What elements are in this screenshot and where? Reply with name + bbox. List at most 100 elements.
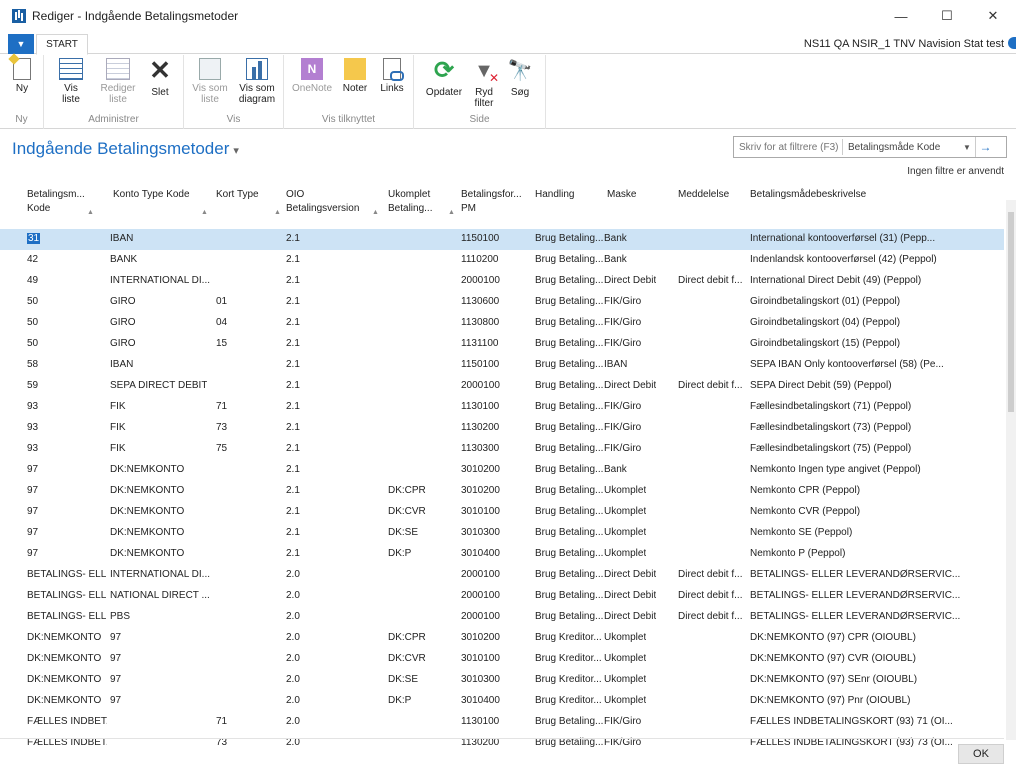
table-row[interactable]: 97 DK:NEMKONTO 2.1 DK:CPR 3010200 Brug Betali… [0, 481, 1004, 502]
column-header-oio[interactable]: OIO Betalingsversion ▲ ▲ [274, 188, 379, 216]
rediger-liste-button[interactable]: Rediger liste [98, 58, 138, 105]
cell-handling: Brug Kreditor... [535, 632, 602, 643]
table-row[interactable]: 97 DK:NEMKONTO 2.1 DK:CVR 3010100 Brug Betali… [0, 502, 1004, 523]
delete-icon: ✕ [149, 55, 171, 85]
cell-ukomplet: DK:P [388, 548, 412, 559]
column-header-konto[interactable]: Konto Type Kode ▲ [113, 188, 208, 216]
table-row[interactable]: 59 SEPA DIRECT DEBIT 2.1 2000100 Brug Betali… [0, 376, 1004, 397]
table-row[interactable]: DK:NEMKONTO 97 2.0 DK:CVR 3010100 Brug Kredit… [0, 649, 1004, 670]
table-row[interactable]: 31 IBAN 2.1 1150100 Brug Betaling... Bank Inte… [0, 229, 1004, 250]
table-row[interactable]: DK:NEMKONTO 97 2.0 DK:CPR 3010200 Brug Kredit… [0, 628, 1004, 649]
cell-pm: 1130300 [461, 443, 500, 454]
cell-handling: Brug Betaling... [535, 569, 604, 580]
chevron-down-icon[interactable]: ▾ [233, 145, 239, 157]
vis-som-diagram-button[interactable]: Vis som diagram [234, 58, 280, 105]
cell-konto: FIK [110, 422, 126, 433]
table-row[interactable]: 93 FIK 75 2.1 1130300 Brug Betaling... FIK/Gir… [0, 439, 1004, 460]
tab-start[interactable]: START [36, 34, 88, 55]
table-row[interactable]: 50 GIRO 01 2.1 1130600 Brug Betaling... FIK/Gi… [0, 292, 1004, 313]
new-button[interactable]: Ny [6, 58, 38, 94]
column-header-kode-line2: Kode [27, 203, 51, 214]
noter-button[interactable]: Noter [338, 58, 372, 94]
table-row[interactable]: BETALINGS- ELL... INTERNATIONAL DI... 2.0 2… [0, 565, 1004, 586]
column-header-handling[interactable]: Handling [535, 188, 574, 202]
cell-handling: Brug Betaling... [535, 527, 604, 538]
title-bar: Rediger - Indgående Betalingsmetoder — ☐… [0, 0, 1016, 32]
cell-pm: 1130800 [461, 317, 500, 328]
cell-oio: 2.0 [286, 632, 300, 643]
delete-button[interactable]: ✕ Slet [144, 55, 176, 98]
column-header-beskrivelse[interactable]: Betalingsmådebeskrivelse [750, 188, 866, 202]
table-row[interactable]: 97 DK:NEMKONTO 2.1 DK:SE 3010300 Brug Betalin… [0, 523, 1004, 544]
cell-konto: DK:NEMKONTO [110, 464, 185, 475]
cell-oio: 2.1 [286, 275, 300, 286]
table-row[interactable]: 93 FIK 73 2.1 1130200 Brug Betaling... FIK/Gir… [0, 418, 1004, 439]
table-row[interactable]: 93 FIK 71 2.1 1130100 Brug Betaling... FIK/Gir… [0, 397, 1004, 418]
cell-maske: IBAN [604, 359, 628, 370]
help-icon[interactable] [1008, 37, 1016, 49]
close-button[interactable]: ✕ [970, 0, 1016, 32]
dropdown-arrow-icon[interactable]: ▼ [963, 143, 975, 152]
minimize-button[interactable]: — [878, 0, 924, 32]
cell-konto: GIRO [110, 317, 136, 328]
cell-handling: Brug Betaling... [535, 275, 604, 286]
onenote-button[interactable]: N OneNote [290, 58, 334, 94]
sort-ascending-icon: ▲ [448, 209, 455, 216]
table-row[interactable]: 97 DK:NEMKONTO 2.1 DK:P 3010400 Brug Betaling… [0, 544, 1004, 565]
column-header-ukomplet[interactable]: Ukomplet Betaling... ▲ [388, 188, 455, 216]
ok-button[interactable]: OK [958, 744, 1004, 764]
cell-handling: Brug Kreditor... [535, 653, 602, 664]
filter-field-select[interactable]: Betalingsmåde Kode [843, 142, 963, 153]
opdater-button[interactable]: ⟳ Opdater [422, 58, 466, 99]
column-header-maske[interactable]: Maske [607, 188, 636, 202]
column-header-kort[interactable]: Kort Type [216, 188, 259, 202]
table-row[interactable]: 42 BANK 2.1 1110200 Brug Betaling... Bank Inde… [0, 250, 1004, 271]
table-row[interactable]: DK:NEMKONTO 97 2.0 DK:P 3010400 Brug Kreditor… [0, 691, 1004, 712]
links-button[interactable]: Links [376, 58, 408, 94]
table-row[interactable]: FÆLLES INDBET... 71 2.0 1130100 Brug Betalin… [0, 712, 1004, 733]
cell-handling: Brug Betaling... [535, 380, 604, 391]
window-title: Rediger - Indgående Betalingsmetoder [32, 9, 239, 23]
sog-button[interactable]: 🔭 Søg [504, 58, 536, 98]
scrollbar-thumb[interactable] [1008, 212, 1014, 412]
cell-beskrivelse: DK:NEMKONTO (97) CPR (OIOUBL) [750, 632, 916, 643]
page-title[interactable]: Indgående Betalingsmetoder ▾ [12, 139, 239, 159]
vis-som-liste-button[interactable]: Vis som liste [188, 58, 232, 105]
column-header-pm[interactable]: Betalingsfor... PM [461, 188, 522, 216]
cell-handling: Brug Betaling... [535, 254, 604, 265]
cell-kode: 97 [27, 548, 39, 559]
filter-input[interactable] [734, 138, 842, 156]
table-row[interactable]: 49 INTERNATIONAL DI... 2.1 2000100 Brug Beta… [0, 271, 1004, 292]
ryd-filter-button[interactable]: ▼ Ryd filter [468, 58, 500, 109]
column-header-meddelelse[interactable]: Meddelelse [678, 188, 729, 202]
cell-handling: Brug Betaling... [535, 422, 604, 433]
table-row[interactable]: 97 DK:NEMKONTO 2.1 3010200 Brug Betaling... B… [0, 460, 1004, 481]
table-row[interactable]: 58 IBAN 2.1 1150100 Brug Betaling... IBAN SEPA… [0, 355, 1004, 376]
new-button-label: Ny [15, 83, 29, 94]
vis-liste-button[interactable]: Vis liste [54, 58, 88, 105]
table-row[interactable]: BETALINGS- ELL... NATIONAL DIRECT ... 2.0 2… [0, 586, 1004, 607]
links-label: Links [380, 83, 404, 94]
table-row[interactable]: 50 GIRO 15 2.1 1131100 Brug Betaling... FIK/Gi… [0, 334, 1004, 355]
arrow-right-icon[interactable]: → [975, 137, 995, 157]
cell-konto: 97 [110, 632, 122, 643]
cell-konto: GIRO [110, 296, 136, 307]
cell-maske: Direct Debit [604, 380, 657, 391]
table-row[interactable]: DK:NEMKONTO 97 2.0 DK:SE 3010300 Brug Kredito… [0, 670, 1004, 691]
maximize-button[interactable]: ☐ [924, 0, 970, 32]
file-menu-button[interactable]: ▼ [8, 34, 34, 54]
cell-konto: SEPA DIRECT DEBIT [110, 380, 208, 391]
cell-kode: 50 [27, 317, 39, 328]
cell-beskrivelse: International kontooverførsel (31) (Pepp… [750, 233, 936, 244]
cell-pm: 3010100 [461, 653, 500, 664]
cell-konto: DK:NEMKONTO [110, 548, 185, 559]
cell-maske: Bank [604, 464, 627, 475]
vertical-scrollbar[interactable] [1006, 200, 1016, 740]
table-row[interactable]: 50 GIRO 04 2.1 1130800 Brug Betaling... FIK/Gi… [0, 313, 1004, 334]
cell-maske: Bank [604, 254, 627, 265]
column-header-kode[interactable]: Betalingsm... Kode ▲ [27, 188, 94, 216]
table-row[interactable]: FÆLLES INDBET... 73 2.0 1130200 Brug Betalin… [0, 733, 1004, 754]
cell-meddelelse: Direct debit f... [678, 380, 743, 391]
table-row[interactable]: BETALINGS- ELL... PBS 2.0 2000100 Brug Betal… [0, 607, 1004, 628]
cell-maske: Ukomplet [604, 674, 647, 685]
